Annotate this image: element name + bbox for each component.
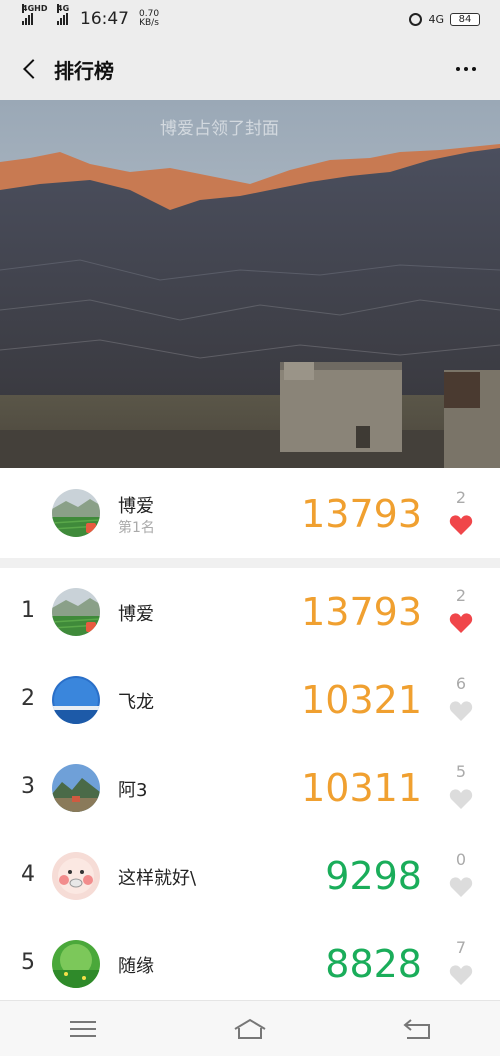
signal-icon: 4GHD: [22, 4, 47, 25]
chevron-left-icon: [23, 59, 43, 79]
step-count: 9298: [325, 854, 422, 898]
step-count: 8828: [325, 942, 422, 986]
return-button[interactable]: [387, 1009, 447, 1049]
signal-label-1: 4GHD: [22, 4, 48, 13]
alarm-icon: [409, 12, 423, 26]
battery-icon: 84: [450, 12, 480, 26]
like-count: 7: [455, 938, 467, 957]
more-dots-icon: [456, 67, 460, 71]
step-count: 10321: [301, 678, 422, 722]
heart-icon[interactable]: [449, 964, 473, 986]
step-count: 10311: [301, 766, 422, 810]
home-icon: [234, 1018, 266, 1039]
avatar-cartoon-face-image: [52, 852, 100, 900]
signal-icon-2: 4G: [57, 4, 69, 25]
avatar: [52, 676, 100, 724]
cover-watermark: 博爱占领了封面: [160, 119, 279, 139]
user-name: 随缘: [118, 956, 154, 977]
heart-icon[interactable]: [449, 514, 473, 536]
avatar-sky-image: [52, 676, 100, 724]
step-count: 13793: [301, 590, 422, 634]
home-button[interactable]: [220, 1009, 280, 1049]
network-type: 4G: [428, 12, 444, 26]
back-button[interactable]: [10, 49, 50, 89]
user-name: 这样就好\: [118, 868, 197, 889]
avatar: [52, 852, 100, 900]
rank-number: 4: [21, 862, 35, 887]
avatar-grass-image: [52, 940, 100, 988]
heart-icon[interactable]: [449, 700, 473, 722]
user-name: 飞龙: [118, 692, 154, 713]
cover-image[interactable]: 博爱占领了封面: [0, 100, 500, 468]
nav-bar: 排行榜: [0, 38, 500, 100]
rank-number: 1: [21, 598, 35, 623]
rank-number: 2: [21, 686, 35, 711]
like-count: 6: [455, 674, 467, 693]
status-bar: 4GHD 4G 16:47 0.70 KB/s 4G 84: [0, 0, 500, 38]
heart-icon[interactable]: [449, 788, 473, 810]
avatar-tea-field-image: [52, 588, 100, 636]
ranking-row-3[interactable]: 3 阿3 10311 5: [0, 744, 500, 833]
avatar: [52, 588, 100, 636]
more-button[interactable]: [456, 67, 476, 71]
avatar: [52, 764, 100, 812]
network-speed: 0.70 KB/s: [139, 10, 159, 28]
like-count: 5: [455, 762, 467, 781]
rank-number: 5: [21, 950, 35, 975]
page-title: 排行榜: [54, 58, 114, 83]
ranking-row-1[interactable]: 1 博爱 13793 2: [0, 568, 500, 657]
ranking-row-4[interactable]: 4 这样就好\ 9298 0: [0, 832, 500, 921]
menu-button[interactable]: [53, 1009, 113, 1049]
battery-level: 84: [458, 13, 472, 25]
ranking-row-2[interactable]: 2 飞龙 10321 6: [0, 656, 500, 745]
like-count: 2: [455, 586, 467, 605]
avatar: [52, 940, 100, 988]
my-name: 博爱: [118, 496, 154, 517]
clock: 16:47: [80, 9, 129, 29]
user-name: 阿3: [118, 780, 148, 801]
mountain-landscape-image: [0, 100, 500, 468]
signal-label-2: 4G: [57, 4, 70, 13]
my-like-count: 2: [455, 488, 467, 507]
avatar-tea-field-image: [52, 489, 100, 537]
avatar-mountain-image: [52, 764, 100, 812]
rank-number: 3: [21, 774, 35, 799]
my-rank-label: 第1名: [118, 520, 155, 536]
ranking-row-5[interactable]: 5 随缘 8828 7: [0, 920, 500, 1000]
heart-icon[interactable]: [449, 612, 473, 634]
avatar: [52, 489, 100, 537]
heart-icon[interactable]: [449, 876, 473, 898]
network-speed-unit: KB/s: [139, 18, 159, 28]
my-step-count: 13793: [301, 492, 422, 536]
back-arrow-icon: [403, 1018, 430, 1039]
my-ranking-card[interactable]: 博爱 第1名 13793 2: [0, 468, 500, 558]
like-count: 0: [455, 850, 467, 869]
menu-icon: [70, 1020, 97, 1037]
section-divider: [0, 558, 500, 568]
system-nav-bar: [0, 1000, 500, 1056]
user-name: 博爱: [118, 604, 154, 625]
